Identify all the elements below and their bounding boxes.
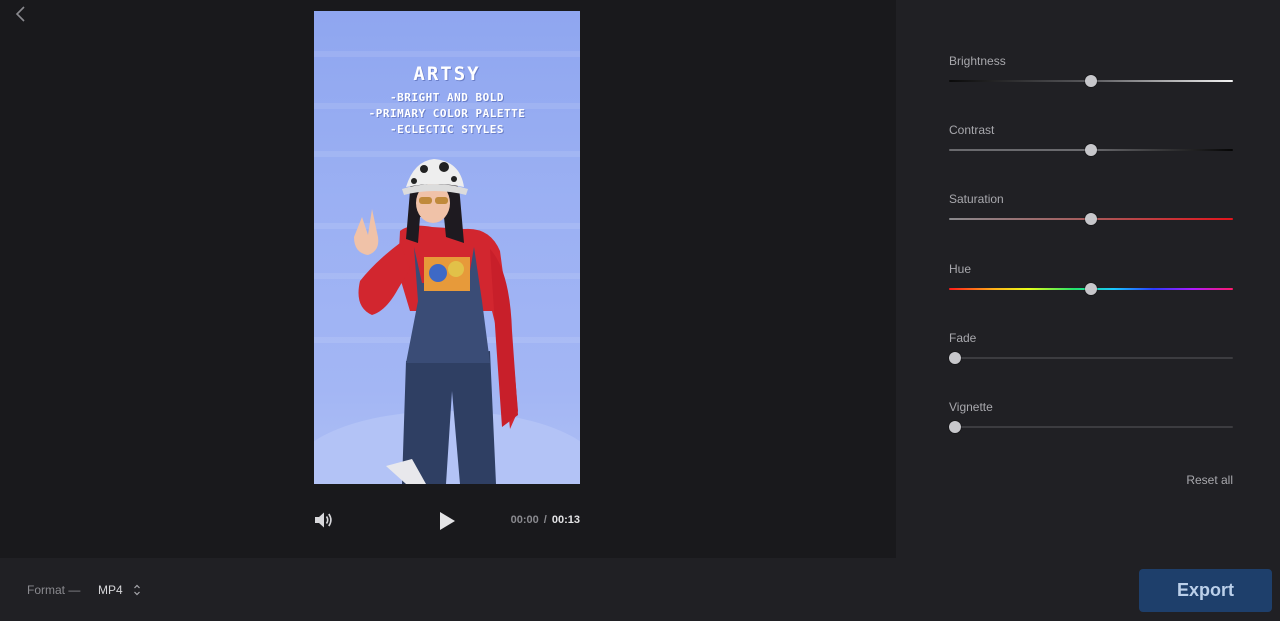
overlay-line: -ECLECTIC STYLES [390,123,504,136]
vignette-slider-track[interactable] [949,426,1233,428]
play-button[interactable] [437,510,457,532]
chevron-left-icon [15,6,25,22]
preview-area: ARTSY -BRIGHT AND BOLD -PRIMARY COLOR PA… [0,0,896,558]
sort-arrows-icon [133,584,140,596]
fade-label: Fade [949,331,977,345]
player-controls: 00:00 / 00:13 [314,506,580,534]
overlay-title: ARTSY [413,63,481,85]
contrast-label: Contrast [949,123,995,137]
vignette-slider-thumb[interactable] [949,421,961,433]
fade-control: Fade [949,331,1233,377]
volume-icon [315,512,332,528]
video-editor-app: ARTSY -BRIGHT AND BOLD -PRIMARY COLOR PA… [0,0,1280,621]
format-value: MP4 [98,583,123,597]
vignette-label: Vignette [949,400,993,414]
overlay-line: -PRIMARY COLOR PALETTE [368,107,526,120]
export-button[interactable]: Export [1139,569,1272,612]
saturation-slider-thumb[interactable] [1085,213,1097,225]
hue-control: Hue [949,262,1233,308]
format-label: Format — [27,583,81,597]
volume-button[interactable] [314,511,334,529]
current-time: 00:00 [510,514,539,526]
brightness-label: Brightness [949,54,1006,68]
play-icon [440,512,455,530]
fade-slider-track[interactable] [949,357,1233,359]
duration: 00:13 [551,514,580,526]
reset-all-button[interactable]: Reset all [1186,473,1233,487]
contrast-slider-thumb[interactable] [1085,144,1097,156]
overlay-text-lines: -BRIGHT AND BOLD -PRIMARY COLOR PALETTE … [314,90,580,138]
time-separator: / [543,514,547,526]
adjustments-panel: Brightness Contrast Saturation Hue Fade … [896,0,1280,558]
saturation-label: Saturation [949,192,1004,206]
back-button[interactable] [11,4,31,24]
hue-slider-thumb[interactable] [1085,283,1097,295]
format-select[interactable]: MP4 [98,580,141,600]
fade-slider-thumb[interactable] [949,352,961,364]
bottom-bar: Format — MP4 Export [0,558,1280,621]
brightness-control: Brightness [949,54,1233,100]
brightness-slider-thumb[interactable] [1085,75,1097,87]
contrast-control: Contrast [949,123,1233,169]
vignette-control: Vignette [949,400,1233,446]
hue-label: Hue [949,262,972,276]
saturation-control: Saturation [949,192,1233,238]
overlay-line: -BRIGHT AND BOLD [390,91,504,104]
time-display: 00:00 / 00:13 [511,514,580,526]
video-frame[interactable]: ARTSY -BRIGHT AND BOLD -PRIMARY COLOR PA… [314,11,580,484]
